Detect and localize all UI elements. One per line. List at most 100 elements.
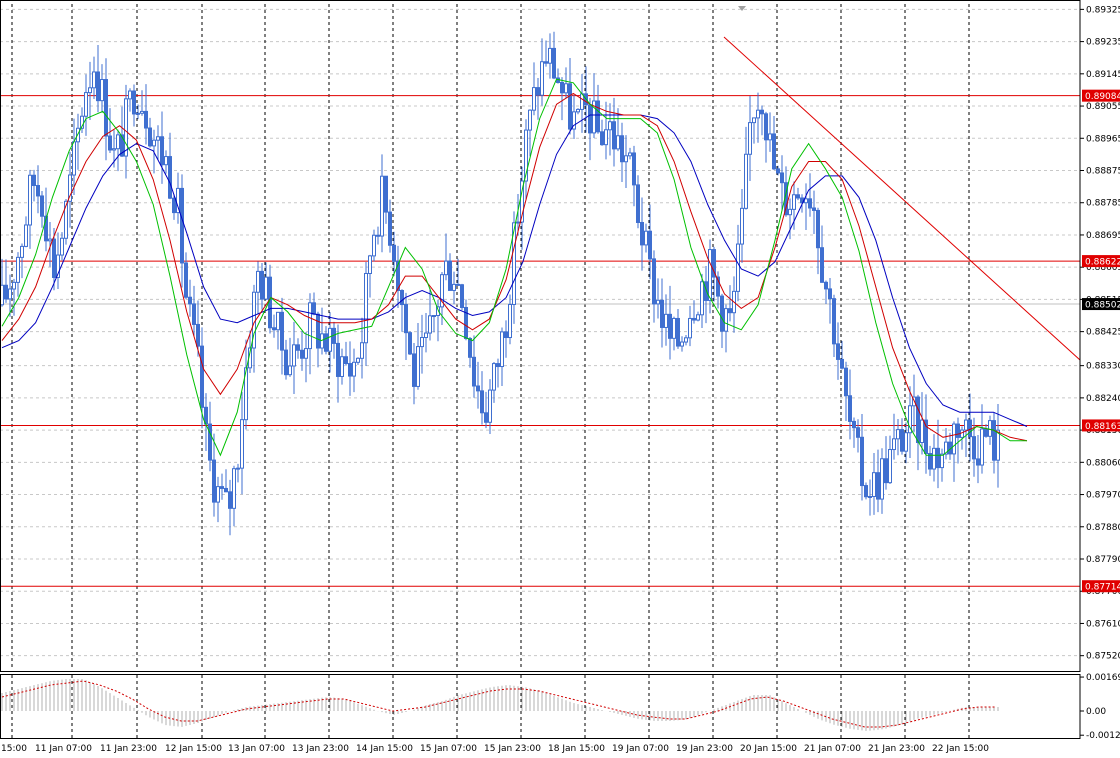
candle-body [348, 363, 352, 377]
candle-body [108, 135, 112, 151]
candle-body [936, 447, 940, 469]
candle-body [984, 428, 988, 437]
candle-body [972, 436, 976, 460]
candle-body [872, 472, 876, 497]
candle-body [668, 313, 672, 339]
candle-body [164, 156, 168, 166]
candle-body [988, 420, 992, 437]
candle-body [28, 174, 32, 226]
candle-body [132, 90, 136, 115]
price-tick-label: 0.88060 [1086, 458, 1120, 468]
candle-body [328, 327, 332, 352]
candle-body [876, 472, 880, 500]
time-tick-label: 15:00 [1, 744, 27, 754]
candle-body [8, 288, 12, 300]
price-tick-label: 0.88695 [1086, 231, 1120, 241]
candle-body [752, 117, 756, 124]
candle-body [692, 317, 696, 321]
candle-body [812, 207, 816, 211]
candle-body [144, 110, 148, 129]
candle-body [868, 495, 872, 498]
candle-body [288, 365, 292, 376]
candle-body [776, 168, 780, 174]
candle-body [308, 302, 312, 350]
candle-body [52, 238, 56, 278]
time-tick-label: 21 Jan 07:00 [804, 744, 861, 754]
time-tick-label: 11 Jan 23:00 [100, 744, 157, 754]
candle-body [376, 234, 380, 237]
candle-body [92, 71, 96, 89]
candle-body [824, 281, 828, 290]
candle-body [356, 357, 360, 363]
candle-body [312, 302, 316, 315]
candle-body [488, 389, 492, 423]
candle-body [724, 308, 728, 332]
candle-body [928, 453, 932, 470]
candle-body [200, 345, 204, 408]
candle-body [316, 313, 320, 349]
candle-body [100, 79, 104, 102]
candle-body [640, 221, 644, 246]
candle-body [172, 197, 176, 214]
candle-body [768, 133, 772, 141]
candle-body [352, 361, 356, 377]
time-tick-label: 21 Jan 23:00 [868, 744, 925, 754]
candle-body [772, 133, 776, 170]
candle-body [660, 299, 664, 328]
candle-body [616, 135, 620, 150]
candle-body [576, 108, 580, 113]
candle-body [552, 47, 556, 79]
candle-body [452, 283, 456, 291]
candle-body [788, 208, 792, 216]
candle-body [104, 79, 108, 137]
candle-body [608, 121, 612, 131]
candle-body [760, 109, 764, 115]
candle-body [856, 427, 860, 438]
time-tick-label: 14 Jan 15:00 [356, 744, 413, 754]
candle-body [516, 221, 520, 224]
candle-body [848, 395, 852, 422]
candle-body [424, 332, 428, 339]
price-axis[interactable]: 0.89325 0.89235 0.89145 0.89055 0.88965 0.888… [1080, 5, 1120, 662]
candle-body [60, 237, 64, 256]
price-chart[interactable]: 0.89325 0.89235 0.89145 0.89055 0.88965 0.888… [0, 0, 1120, 758]
time-tick-label: 11 Jan 07:00 [35, 744, 92, 754]
candle-body [280, 311, 284, 351]
candle-body [416, 346, 420, 387]
osc-tick-label: 0.001697 [1086, 673, 1120, 683]
candle-body [196, 323, 200, 347]
candle-body [644, 230, 648, 246]
candle-body [12, 281, 16, 290]
candle-body [884, 458, 888, 484]
candle-body [408, 332, 412, 355]
candle-body [808, 198, 812, 209]
candle-body [540, 61, 544, 96]
time-tick-label: 20 Jan 15:00 [740, 744, 797, 754]
candle-body [188, 296, 192, 305]
candle-body [124, 98, 128, 157]
level-tag-label: 0.89084 [1085, 92, 1120, 102]
candle-body [656, 299, 660, 305]
time-axis[interactable]: 15:00 11 Jan 07:00 11 Jan 23:00 12 Jan 15:0… [1, 744, 989, 754]
candle-body [504, 331, 508, 339]
candle-body [432, 315, 436, 318]
candle-body [372, 234, 376, 257]
candle-body [860, 436, 864, 487]
candle-body [472, 356, 476, 387]
current-price-label: 0.88502 [1085, 301, 1120, 311]
candle-body [624, 155, 628, 163]
candle-body [304, 348, 308, 359]
candle-body [880, 458, 884, 500]
level-tag-label: 0.87714 [1085, 583, 1120, 593]
candle-body [596, 100, 600, 133]
candle-body [224, 487, 228, 493]
candle-body [700, 281, 704, 316]
candle-body [840, 358, 844, 369]
time-tick-label: 19 Jan 23:00 [676, 744, 733, 754]
candle-body [340, 356, 344, 377]
candle-body [256, 270, 260, 293]
candle-body [720, 295, 724, 332]
price-tick-label: 0.88425 [1086, 328, 1120, 338]
candle-body [484, 412, 488, 423]
candle-body [940, 453, 944, 469]
